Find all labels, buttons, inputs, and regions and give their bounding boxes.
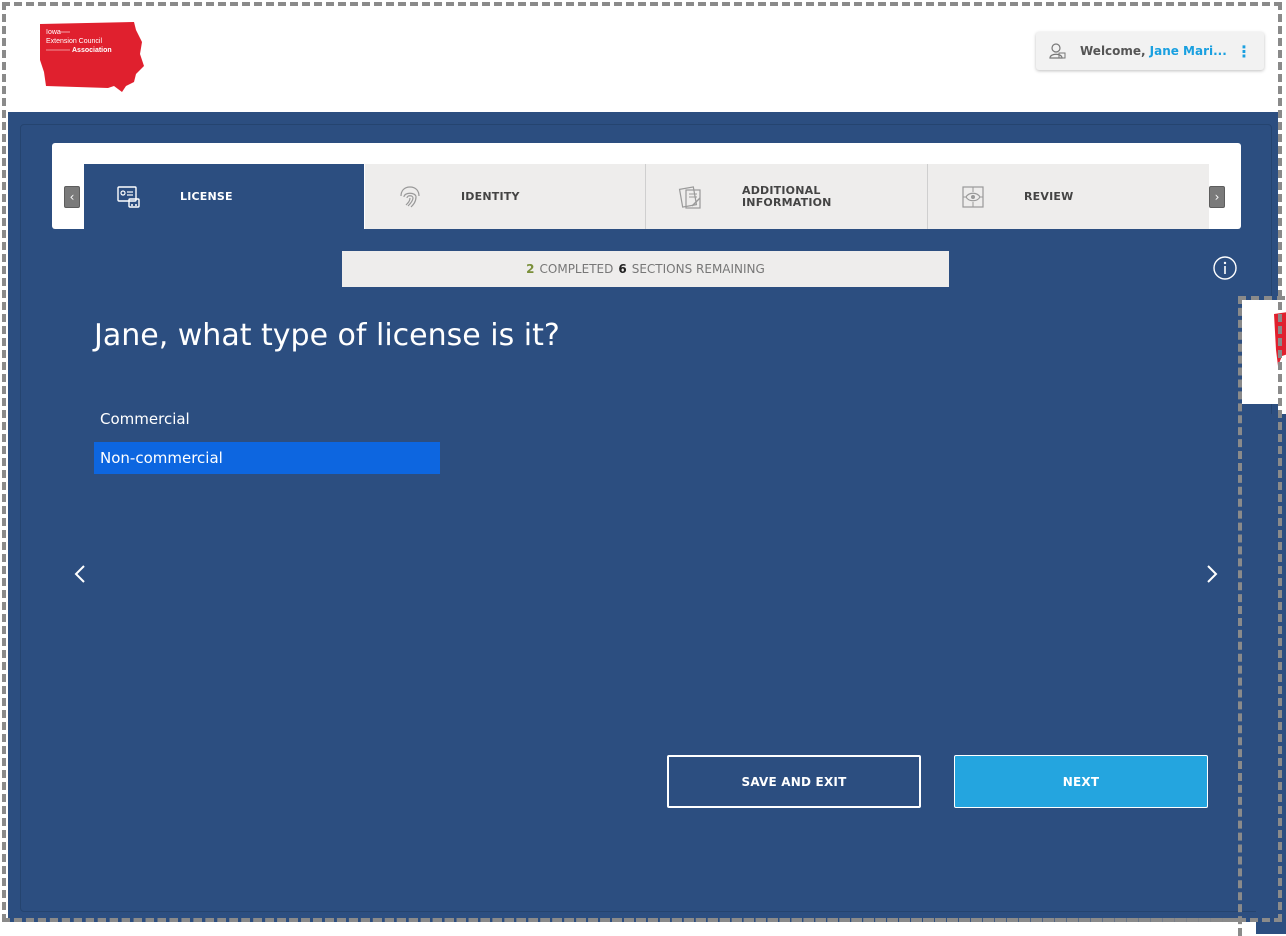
tab-identity[interactable]: IDENTITY xyxy=(365,164,645,229)
overlay-logo-fragment xyxy=(1274,312,1286,366)
next-button[interactable]: NEXT xyxy=(954,755,1208,808)
app-frame: Iowa Extension Council Association Welco… xyxy=(0,0,1286,936)
document-edit-icon xyxy=(678,185,701,209)
tab-additional-label-2: INFORMATION xyxy=(742,195,832,209)
user-menu[interactable]: Welcome, Jane Mari... ⋮ xyxy=(1036,32,1264,70)
overlay-panel-fragment xyxy=(1256,414,1286,934)
completed-count: 2 xyxy=(526,262,535,276)
tab-additional-label: ADDITIONAL INFORMATION xyxy=(742,183,832,209)
logo-text-3: Association xyxy=(72,47,112,54)
stepper-prev-button[interactable]: ‹ xyxy=(64,186,80,208)
progress-summary: 2 COMPLETED 6 SECTIONS REMAINING xyxy=(342,251,949,287)
user-icon xyxy=(1049,43,1066,59)
option-non-commercial[interactable]: Non-commercial xyxy=(94,442,440,474)
logo-text-1: Iowa xyxy=(46,29,61,36)
stepper-next-button[interactable]: › xyxy=(1209,186,1225,208)
fingerprint-icon xyxy=(400,185,420,207)
tab-additional-label-1: ADDITIONAL xyxy=(742,183,821,197)
tab-review[interactable]: REVIEW xyxy=(928,164,1209,229)
iowa-extension-logo[interactable]: Iowa Extension Council Association xyxy=(36,20,148,92)
save-and-exit-button[interactable]: SAVE AND EXIT xyxy=(667,755,921,808)
option-commercial[interactable]: Commercial xyxy=(94,403,440,435)
question-heading: Jane, what type of license is it? xyxy=(94,318,560,353)
tab-identity-label: IDENTITY xyxy=(461,190,520,203)
tab-license-label: LICENSE xyxy=(180,190,233,203)
tab-additional-information[interactable]: ADDITIONAL INFORMATION xyxy=(646,164,927,229)
remaining-count: 6 xyxy=(618,262,627,276)
top-header: Iowa Extension Council Association Welco… xyxy=(8,6,1278,110)
completed-label: COMPLETED xyxy=(539,262,614,276)
license-card-icon xyxy=(117,185,140,208)
info-icon[interactable] xyxy=(1212,255,1238,281)
tab-review-label: REVIEW xyxy=(1024,190,1074,203)
kebab-icon[interactable]: ⋮ xyxy=(1236,42,1252,61)
remaining-label: SECTIONS REMAINING xyxy=(631,262,765,276)
chevron-left-icon[interactable] xyxy=(70,560,90,588)
chevron-right-icon[interactable] xyxy=(1202,560,1222,588)
logo-text-2: Extension Council xyxy=(46,38,102,45)
user-name[interactable]: Jane Mari... xyxy=(1150,44,1227,58)
tab-license[interactable]: LICENSE xyxy=(84,164,364,229)
eye-icon xyxy=(962,185,984,208)
welcome-text: Welcome, xyxy=(1080,44,1146,58)
